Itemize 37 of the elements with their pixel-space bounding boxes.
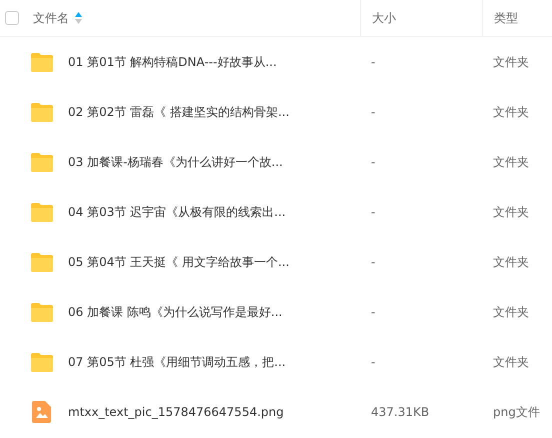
file-size: - bbox=[371, 305, 376, 319]
select-all-checkbox[interactable] bbox=[5, 11, 19, 25]
file-size: 437.31KB bbox=[371, 405, 430, 419]
folder-icon bbox=[30, 152, 54, 172]
file-type: 文件夹 bbox=[493, 155, 529, 169]
file-size: - bbox=[371, 55, 376, 69]
file-size: - bbox=[371, 155, 376, 169]
file-size: - bbox=[371, 205, 376, 219]
file-type: 文件夹 bbox=[493, 255, 529, 269]
file-type: 文件夹 bbox=[493, 105, 529, 119]
file-size: - bbox=[371, 255, 376, 269]
file-name[interactable]: 02 第02节 雷磊《 搭建坚实的结构骨架... bbox=[68, 103, 290, 121]
file-name[interactable]: 03 加餐课-杨瑞春《为什么讲好一个故... bbox=[68, 153, 283, 171]
folder-icon bbox=[30, 202, 54, 222]
file-name[interactable]: mtxx_text_pic_1578476647554.png bbox=[68, 403, 284, 421]
folder-icon bbox=[30, 252, 54, 272]
image-file-icon bbox=[30, 400, 54, 424]
file-size: - bbox=[371, 355, 376, 369]
folder-icon bbox=[30, 302, 54, 322]
folder-icon bbox=[30, 102, 54, 122]
column-header[interactable]: 类型 bbox=[494, 9, 518, 27]
file-type: 文件夹 bbox=[493, 305, 529, 319]
column-header[interactable]: 大小 bbox=[372, 9, 396, 27]
file-type: png文件 bbox=[493, 405, 540, 419]
file-name[interactable]: 05 第04节 王天挺《 用文字给故事一个... bbox=[68, 253, 290, 271]
file-name[interactable]: 01 第01节 解构特稿DNA---好故事从... bbox=[68, 53, 277, 71]
column-header[interactable]: 文件名 bbox=[33, 9, 69, 27]
file-name[interactable]: 04 第03节 迟宇宙《从极有限的线索出... bbox=[68, 203, 286, 221]
file-type: 文件夹 bbox=[493, 55, 529, 69]
folder-icon bbox=[30, 52, 54, 72]
file-size: - bbox=[371, 105, 376, 119]
file-type: 文件夹 bbox=[493, 355, 529, 369]
file-name[interactable]: 06 加餐课 陈鸣《为什么说写作是最好... bbox=[68, 303, 282, 321]
file-name[interactable]: 07 第05节 杜强《用细节调动五感，把... bbox=[68, 353, 286, 371]
sort-icon[interactable] bbox=[75, 12, 82, 24]
folder-icon bbox=[30, 352, 54, 372]
file-type: 文件夹 bbox=[493, 205, 529, 219]
